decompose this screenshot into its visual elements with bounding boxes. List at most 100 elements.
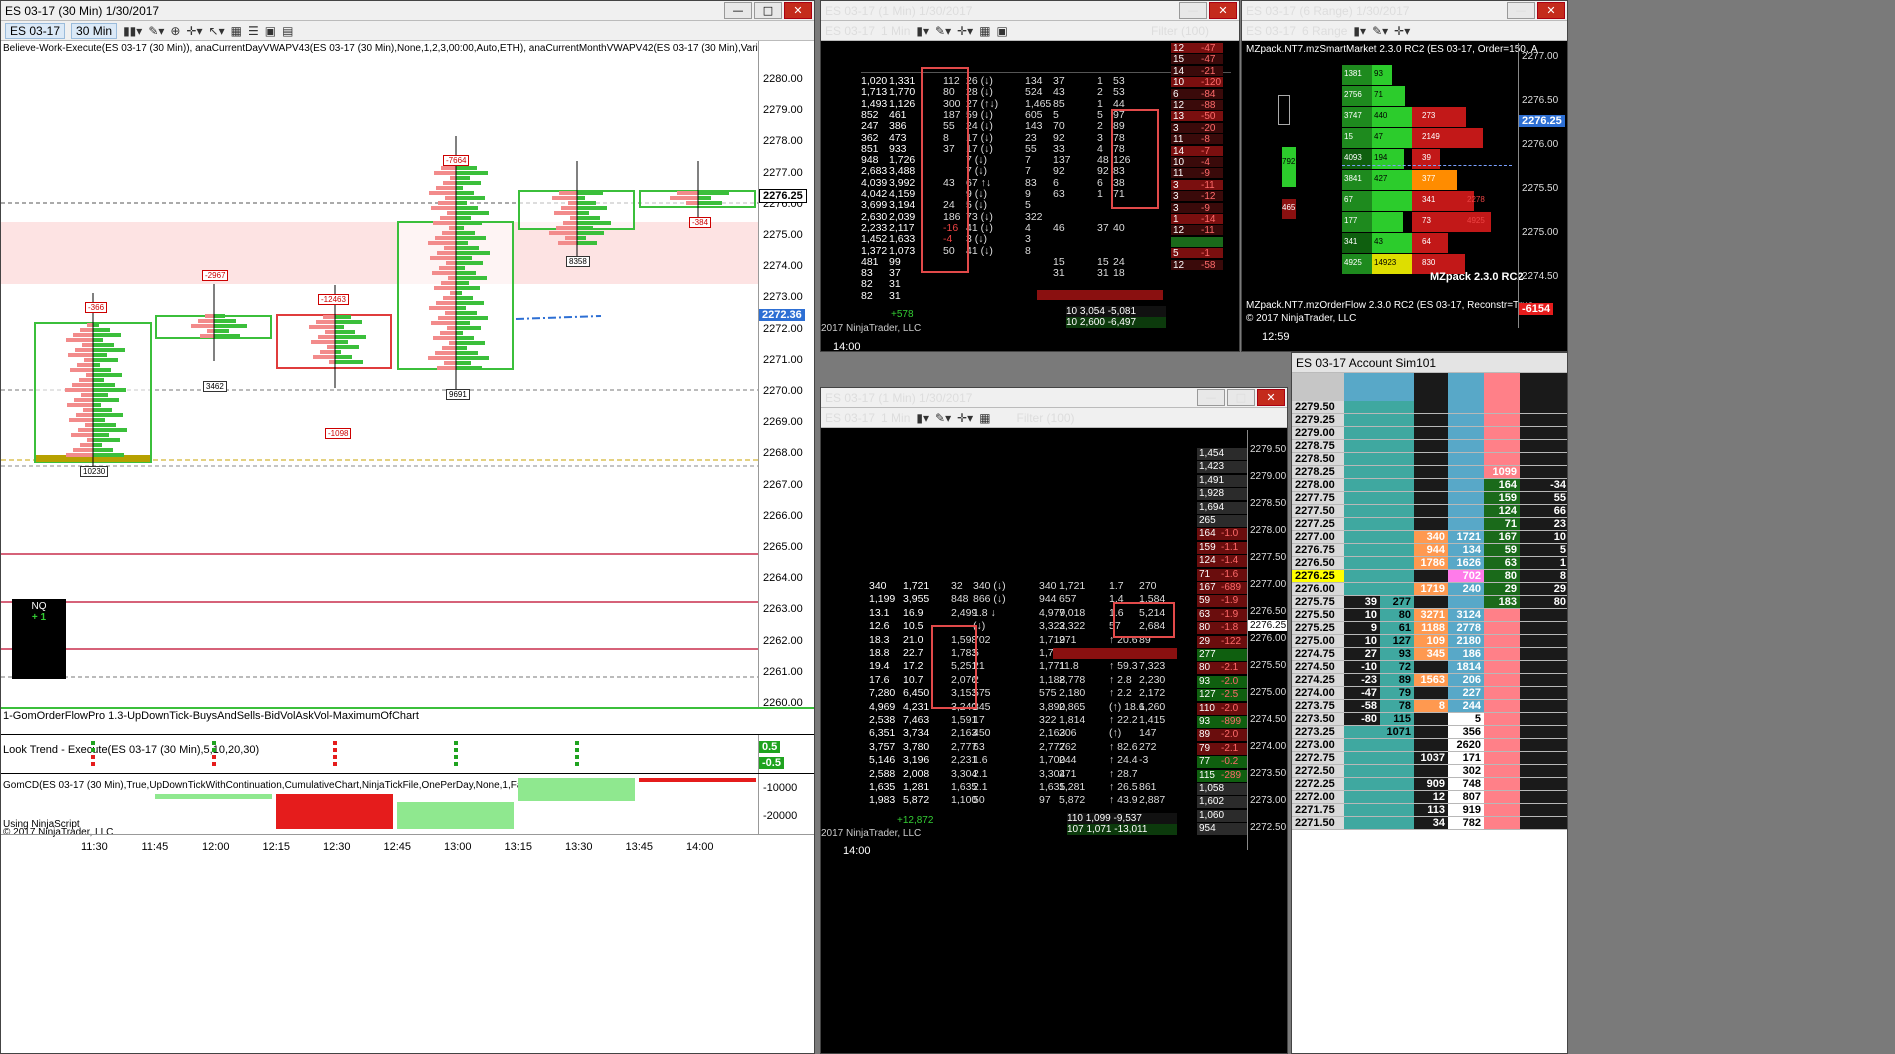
dom-cell[interactable]: 3271 <box>1414 608 1448 623</box>
dom-cell[interactable] <box>1484 660 1520 675</box>
dom-cell[interactable] <box>1344 439 1380 454</box>
dom-cell[interactable] <box>1520 790 1567 805</box>
dom-row[interactable]: 2272.25 909 748 <box>1292 777 1567 792</box>
dom-cell[interactable] <box>1484 452 1520 467</box>
dom-cell[interactable] <box>1380 777 1414 792</box>
dom-cell[interactable]: 89 <box>1380 673 1414 688</box>
dom-price[interactable]: 2277.25 <box>1292 517 1344 532</box>
dom-row[interactable]: 2277.00 340 1721 167 10 <box>1292 530 1567 545</box>
dom-titlebar[interactable]: ES 03-17 Account Sim101 <box>1292 353 1567 373</box>
interval-selector[interactable]: 1 Min <box>881 411 910 425</box>
dom-cell[interactable] <box>1484 673 1520 688</box>
dom-cell[interactable]: 240 <box>1448 582 1484 597</box>
dom-cell[interactable]: 12 <box>1414 790 1448 805</box>
interval-selector[interactable]: 1 Min <box>881 24 910 38</box>
dom-cell[interactable] <box>1484 686 1520 701</box>
dom-row[interactable]: 2277.25 71 23 <box>1292 517 1567 532</box>
dom-cell[interactable] <box>1380 803 1414 818</box>
dom-cell[interactable]: 3124 <box>1448 608 1484 623</box>
dom-row[interactable]: 2276.00 1719 240 29 29 <box>1292 582 1567 597</box>
dom-cell[interactable] <box>1344 777 1380 792</box>
dom-cell[interactable] <box>1520 452 1567 467</box>
dom-cell[interactable]: 1071 <box>1380 725 1414 740</box>
dom-row[interactable]: 2278.00 164 -34 <box>1292 478 1567 493</box>
dom-cell[interactable] <box>1380 504 1414 519</box>
dom-cell[interactable]: 159 <box>1484 491 1520 506</box>
dom-cell[interactable] <box>1380 764 1414 779</box>
dom-cell[interactable] <box>1520 465 1567 480</box>
dom-cell[interactable]: 1719 <box>1414 582 1448 597</box>
dom-cell[interactable] <box>1520 699 1567 714</box>
dom-price[interactable]: 2275.25 <box>1292 621 1344 636</box>
dom-price[interactable]: 2272.00 <box>1292 790 1344 805</box>
dom-cell[interactable] <box>1380 478 1414 493</box>
dom-cell[interactable] <box>1414 504 1448 519</box>
dom-cell[interactable]: 702 <box>1448 569 1484 584</box>
dom-row[interactable]: 2271.50 34 782 <box>1292 816 1567 831</box>
dom-cell[interactable] <box>1484 426 1520 441</box>
dom-cell[interactable] <box>1380 569 1414 584</box>
dom-cell[interactable] <box>1520 426 1567 441</box>
dom-price[interactable]: 2277.50 <box>1292 504 1344 519</box>
properties-icon[interactable]: ☰ <box>248 24 259 38</box>
dom-cell[interactable]: 1099 <box>1484 465 1520 480</box>
dom-price[interactable]: 2272.25 <box>1292 777 1344 792</box>
dom-cell[interactable]: 79 <box>1380 686 1414 701</box>
dom-price[interactable]: 2276.25 <box>1292 569 1344 584</box>
dom-cell[interactable]: 1786 <box>1414 556 1448 571</box>
dom-cell[interactable]: 186 <box>1448 647 1484 662</box>
dom-cell[interactable]: -47 <box>1344 686 1380 701</box>
dom-cell[interactable] <box>1484 647 1520 662</box>
dom-cell[interactable] <box>1484 413 1520 428</box>
dom-row[interactable]: 2278.75 <box>1292 439 1567 454</box>
dom-cell[interactable]: 1626 <box>1448 556 1484 571</box>
dom-price[interactable]: 2274.00 <box>1292 686 1344 701</box>
dom-cell[interactable] <box>1414 686 1448 701</box>
dom-cell[interactable] <box>1520 439 1567 454</box>
dom-cell[interactable] <box>1380 517 1414 532</box>
bar-type-icon[interactable]: ▮▾ <box>916 24 929 38</box>
dom-cell[interactable] <box>1520 725 1567 740</box>
dom-cell[interactable]: 164 <box>1484 478 1520 493</box>
dom-cell[interactable] <box>1344 401 1380 415</box>
dom-cell[interactable]: 8 <box>1414 699 1448 714</box>
dom-cell[interactable] <box>1520 686 1567 701</box>
dom-cell[interactable] <box>1414 712 1448 727</box>
dom-cell[interactable] <box>1414 465 1448 480</box>
dom-cell[interactable] <box>1484 764 1520 779</box>
dom-cell[interactable] <box>1344 790 1380 805</box>
dom-price[interactable]: 2274.75 <box>1292 647 1344 662</box>
dom-cell[interactable]: 5 <box>1448 712 1484 727</box>
close-button[interactable]: ✕ <box>1257 389 1285 406</box>
dom-cell[interactable] <box>1414 426 1448 441</box>
dom-cell[interactable] <box>1484 816 1520 831</box>
maximize-button[interactable]: □ <box>1227 389 1255 406</box>
dom-cell[interactable]: 2180 <box>1448 634 1484 649</box>
dom-cell[interactable] <box>1484 439 1520 454</box>
dom-cell[interactable]: 78 <box>1380 699 1414 714</box>
dom-cell[interactable]: 748 <box>1448 777 1484 792</box>
close-button[interactable]: ✕ <box>784 2 812 19</box>
dom-cell[interactable] <box>1484 634 1520 649</box>
buy-market-icon[interactable] <box>1344 373 1380 401</box>
dom-price[interactable]: 2279.50 <box>1292 401 1344 415</box>
dom-cell[interactable] <box>1344 543 1380 558</box>
dom-price[interactable]: 2273.75 <box>1292 699 1344 714</box>
dom-cell[interactable] <box>1448 413 1484 428</box>
dom-cell[interactable]: 9 <box>1344 621 1380 636</box>
dom-cell[interactable] <box>1380 751 1414 766</box>
dom-cell[interactable] <box>1414 478 1448 493</box>
dom-row[interactable]: 2273.00 2620 <box>1292 738 1567 753</box>
dom-cell[interactable] <box>1414 764 1448 779</box>
dom-cell[interactable] <box>1380 582 1414 597</box>
dom-price[interactable]: 2275.75 <box>1292 595 1344 610</box>
dom-price[interactable]: 2271.50 <box>1292 816 1344 831</box>
dom-cell[interactable] <box>1344 491 1380 506</box>
dom-price[interactable]: 2272.75 <box>1292 751 1344 766</box>
dom-cell[interactable] <box>1448 517 1484 532</box>
dom-row[interactable]: 2273.25 1071 356 <box>1292 725 1567 740</box>
dom-price[interactable]: 2273.00 <box>1292 738 1344 753</box>
dom-row[interactable]: 2272.00 12 807 <box>1292 790 1567 805</box>
dom-cell[interactable] <box>1380 452 1414 467</box>
pencil-icon[interactable]: ✎▾ <box>148 24 164 38</box>
